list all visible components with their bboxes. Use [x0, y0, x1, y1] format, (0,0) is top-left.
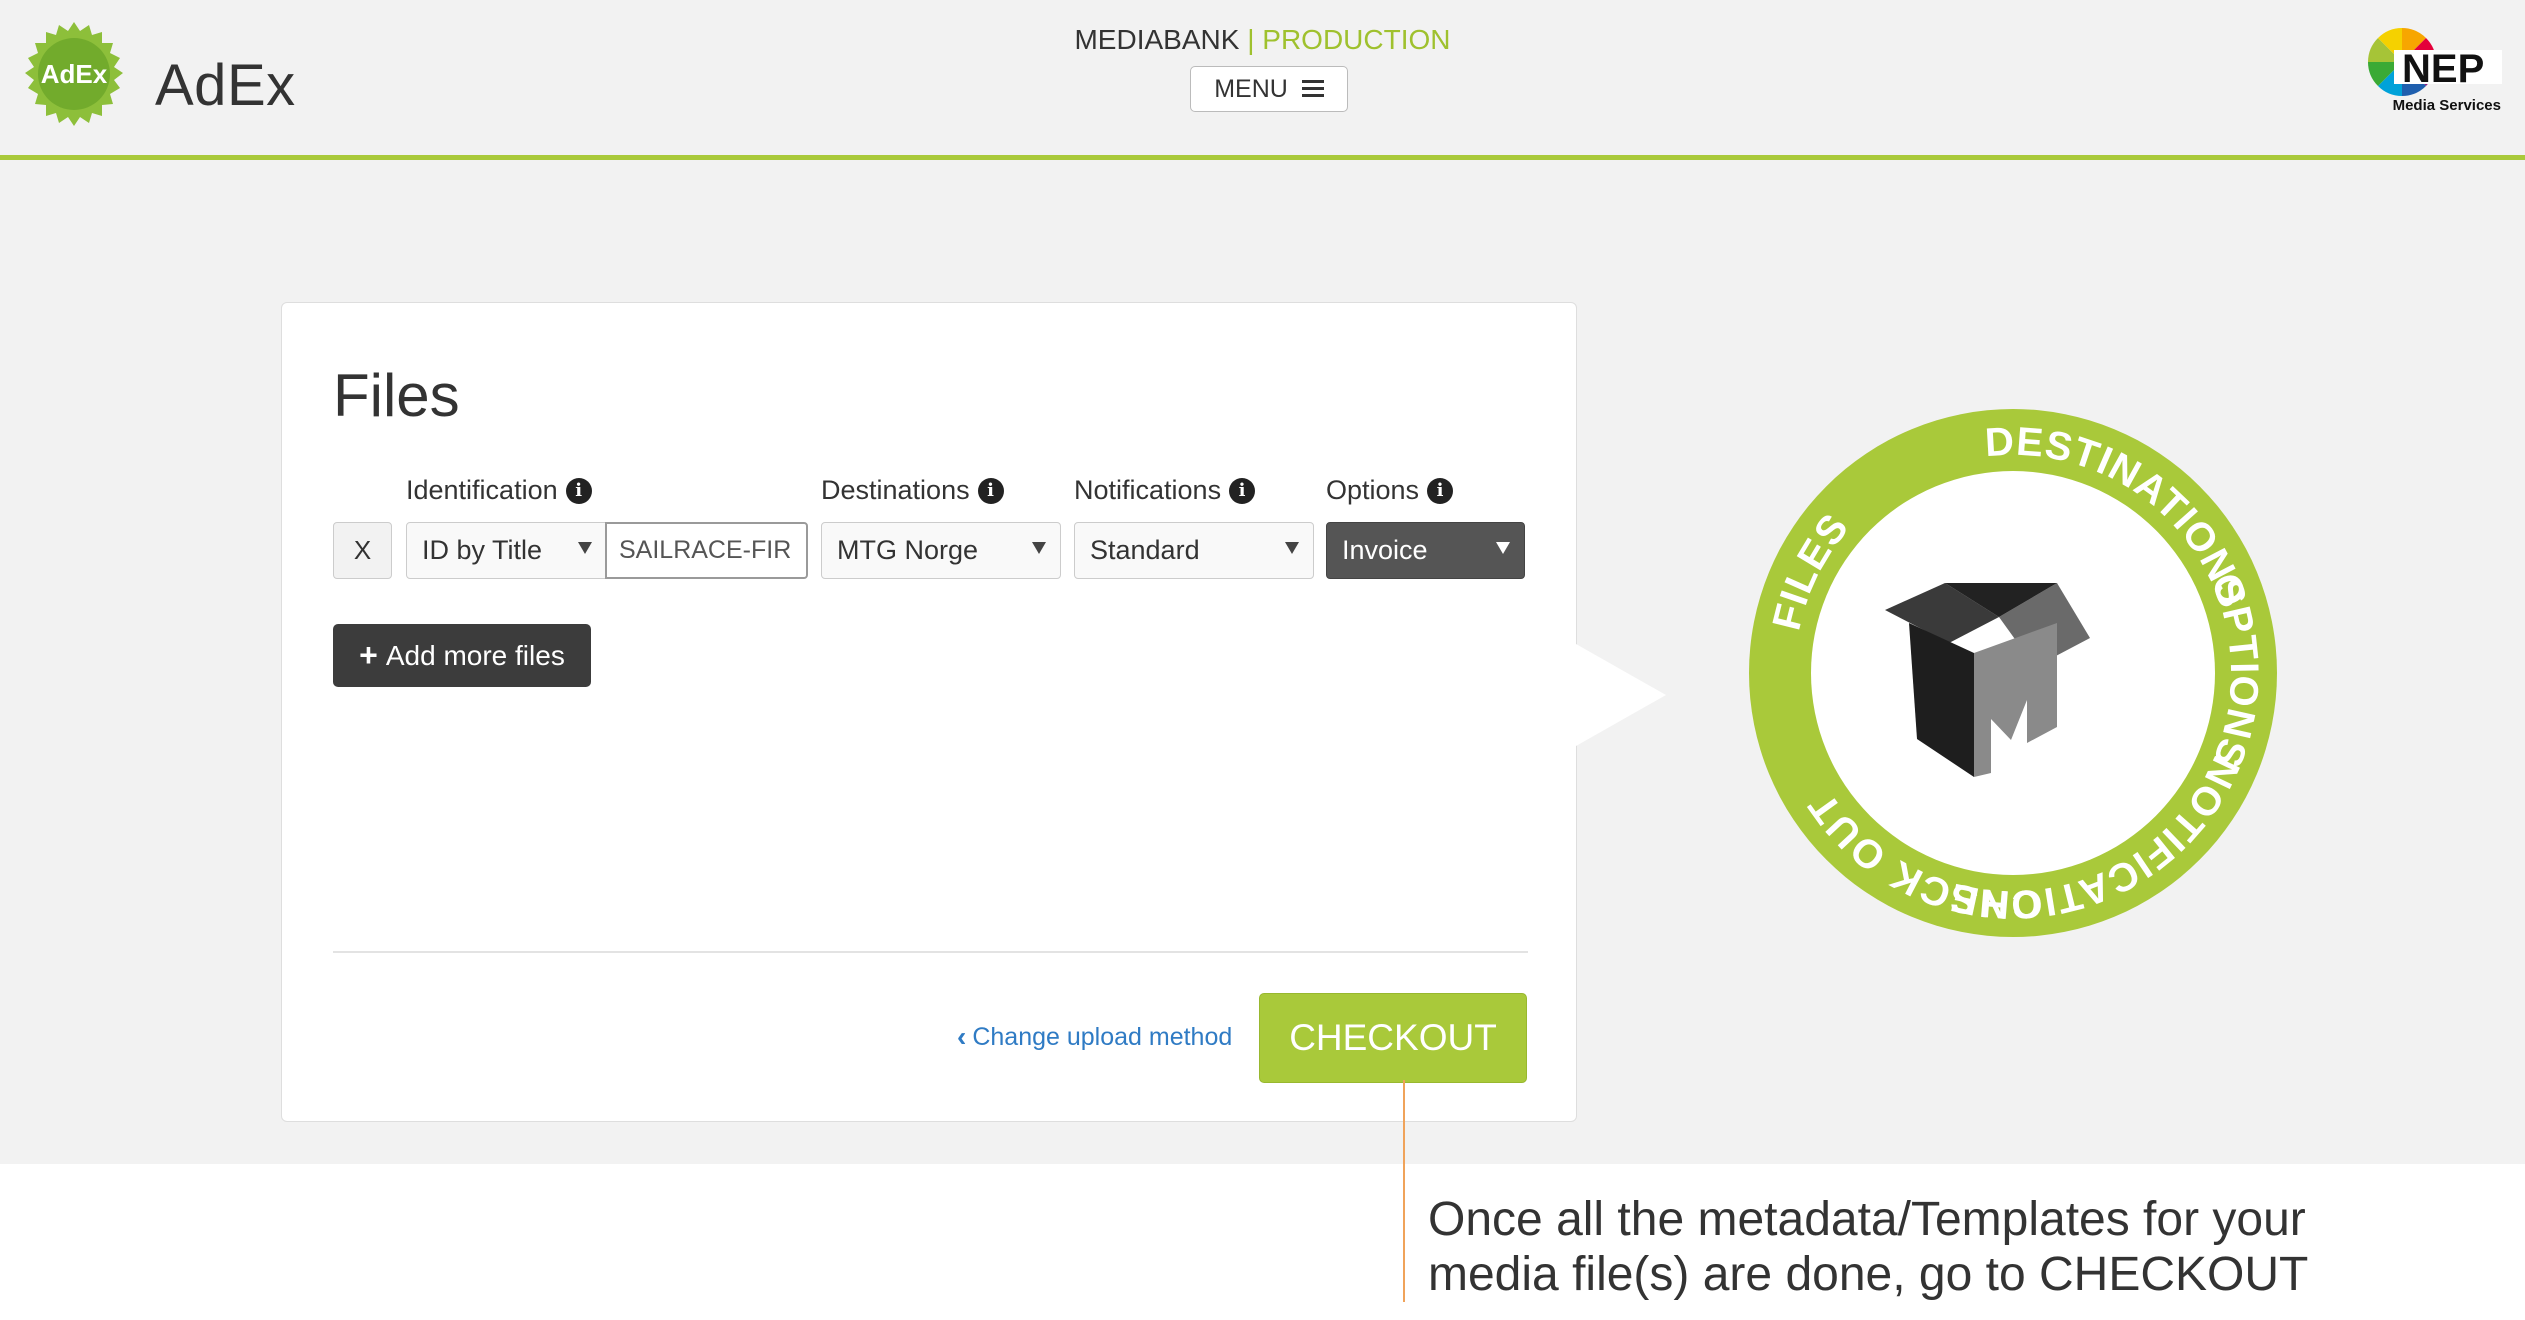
svg-text:AdEx: AdEx [41, 59, 108, 89]
files-card: Files Identification i Destinations i No… [281, 302, 1577, 1122]
menu-button[interactable]: MENU [1190, 66, 1348, 112]
caret-down-icon [1496, 542, 1510, 554]
change-upload-method-link[interactable]: ‹ Change upload method [957, 1021, 1232, 1053]
options-label: Options i [1326, 475, 1454, 506]
caret-down-icon [1285, 542, 1299, 554]
env-mediabank: MEDIABANK [1074, 24, 1240, 55]
workflow-wheel: DESTINATIONS OPTIONS NOTIFICATIONS CHECK… [1749, 409, 2277, 937]
top-header: AdEx AdEx MEDIABANK | PRODUCTION MENU NE… [0, 0, 2525, 160]
menu-label: MENU [1214, 74, 1288, 103]
info-icon[interactable]: i [1229, 477, 1256, 504]
svg-text:Media Services: Media Services [2393, 97, 2501, 114]
add-more-files-button[interactable]: + Add more files [333, 624, 591, 687]
annotation-text: Once all the metadata/Templates for your… [1428, 1193, 2309, 1301]
env-separator: | [1247, 24, 1255, 55]
destinations-label: Destinations i [821, 475, 1004, 506]
nep-logo[interactable]: NEP Media Services [2364, 24, 2504, 116]
divider [333, 951, 1528, 953]
annotation-guide-line [1403, 1080, 1405, 1302]
info-icon[interactable]: i [977, 477, 1004, 504]
options-select[interactable]: Invoice [1326, 522, 1525, 579]
remove-file-button[interactable]: X [333, 522, 392, 579]
id-method-select[interactable]: ID by Title [406, 522, 607, 579]
destination-select[interactable]: MTG Norge [821, 522, 1061, 579]
svg-text:NEP: NEP [2402, 47, 2484, 91]
caret-down-icon [578, 542, 592, 554]
app-title: AdEx [155, 53, 296, 118]
page-title: Files [333, 362, 460, 429]
checkout-button[interactable]: CHECKOUT [1259, 993, 1527, 1083]
info-icon[interactable]: i [565, 477, 592, 504]
hamburger-icon [1301, 80, 1324, 98]
identification-label: Identification i [406, 475, 592, 506]
id-value-input[interactable] [605, 522, 808, 579]
card-pointer [1576, 644, 1666, 746]
caret-down-icon [1032, 542, 1046, 554]
info-icon[interactable]: i [1427, 477, 1454, 504]
notifications-label: Notifications i [1074, 475, 1256, 506]
chevron-left-icon: ‹ [957, 1021, 967, 1052]
environment-label: MEDIABANK | PRODUCTION [0, 24, 2525, 56]
env-production: PRODUCTION [1262, 24, 1451, 55]
plus-icon: + [359, 637, 378, 673]
notification-select[interactable]: Standard [1074, 522, 1314, 579]
